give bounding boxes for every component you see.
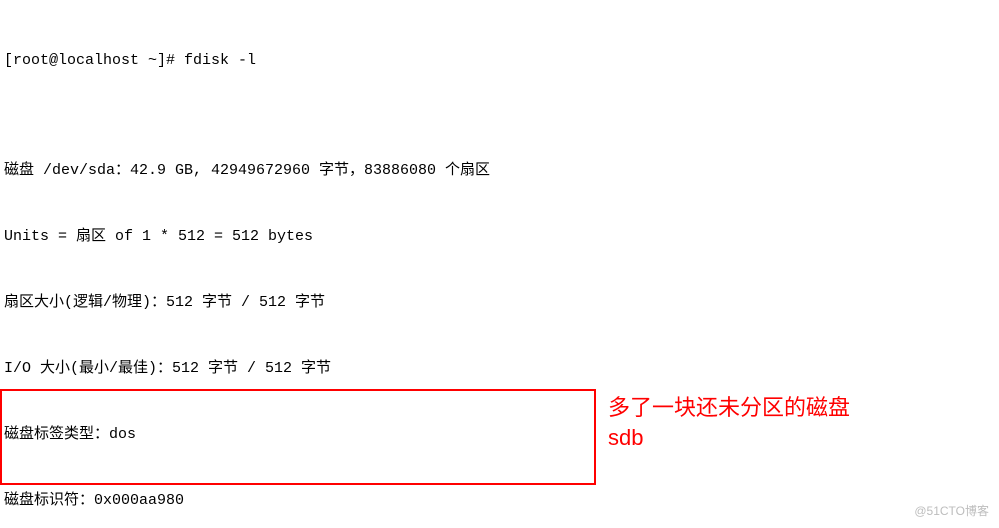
command-line: [root@localhost ~]# fdisk -l [4,50,995,72]
watermark-text: @51CTO博客 [914,500,989,522]
disk-line: 磁盘标识符：0x000aa980 [4,490,995,512]
highlight-box [0,389,596,485]
disk-line: I/O 大小(最小/最佳)：512 字节 / 512 字节 [4,358,995,380]
annotation-text: 多了一块还未分区的磁盘 sdb [608,393,850,453]
disk-line: Units = 扇区 of 1 * 512 = 512 bytes [4,226,995,248]
disk-line: 扇区大小(逻辑/物理)：512 字节 / 512 字节 [4,292,995,314]
disk-line: 磁盘 /dev/sda：42.9 GB, 42949672960 字节，8388… [4,160,995,182]
